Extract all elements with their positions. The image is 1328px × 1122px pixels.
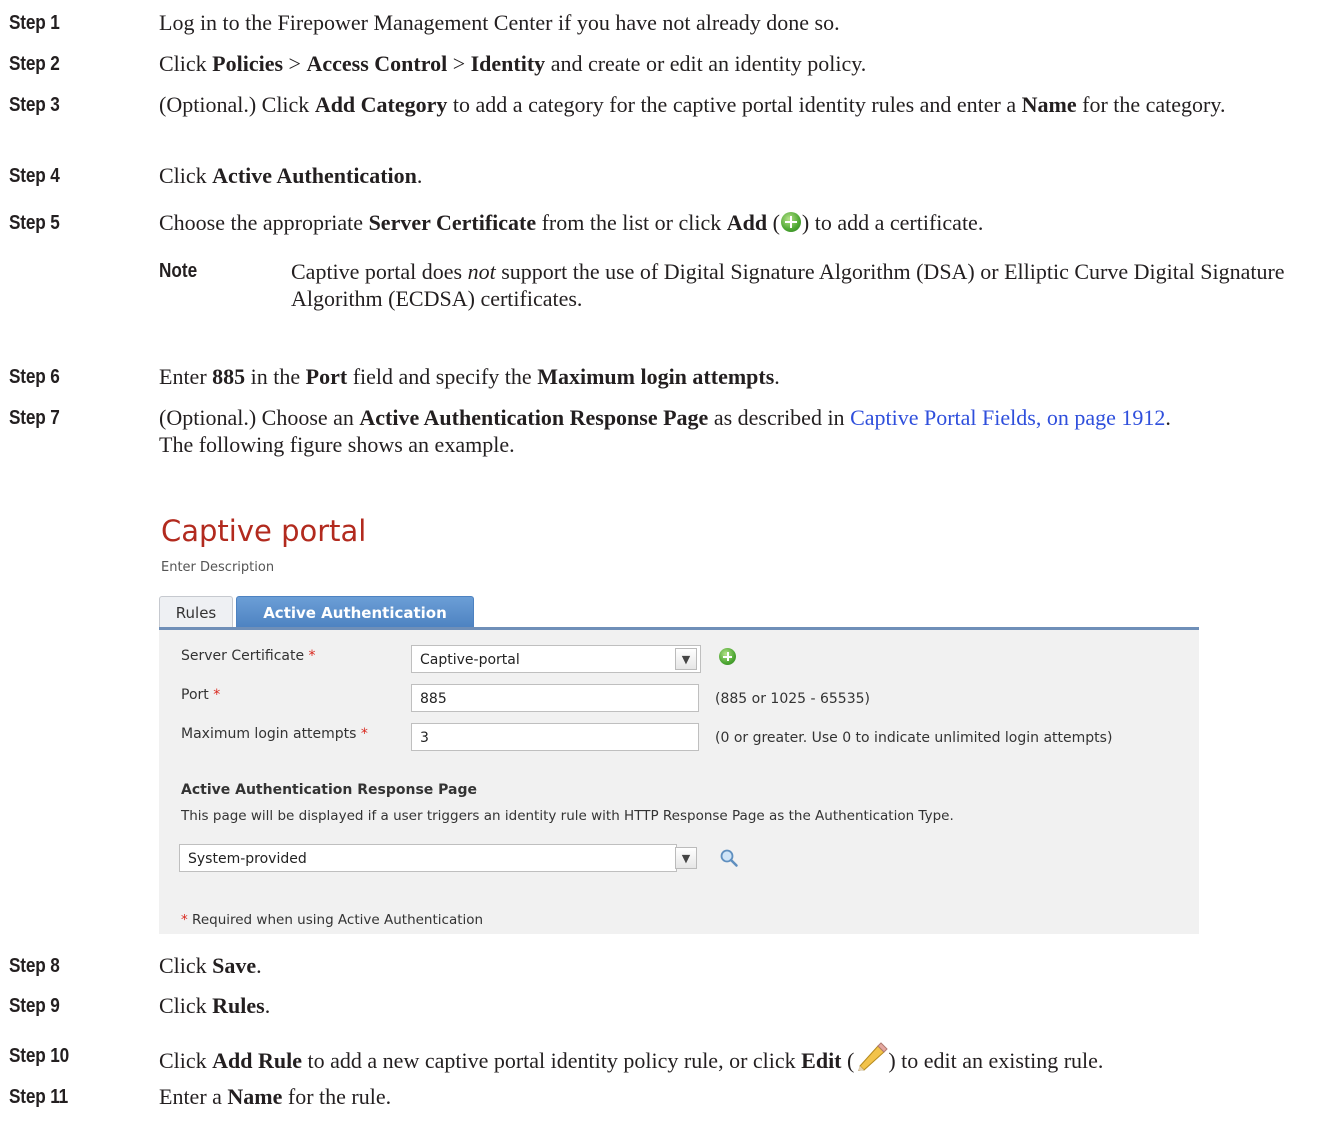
step-11-label: Step 11 xyxy=(9,1086,69,1108)
response-page-select[interactable]: System-provided xyxy=(179,844,677,872)
step-3-text: (Optional.) Click Add Category to add a … xyxy=(159,92,1226,117)
captive-portal-figure: Captive portal Enter Description Rules A… xyxy=(159,512,1199,934)
response-page-title: Active Authentication Response Page xyxy=(181,782,477,798)
max-login-attempts-hint: (0 or greater. Use 0 to indicate unlimit… xyxy=(715,730,1113,746)
step-2-label: Step 2 xyxy=(9,53,60,75)
add-icon xyxy=(780,212,801,232)
step-4-text: Click Active Authentication. xyxy=(159,163,423,188)
step-9-text: Click Rules. xyxy=(159,993,271,1018)
max-login-attempts-input[interactable]: 3 xyxy=(411,723,699,751)
policy-description[interactable]: Enter Description xyxy=(161,560,274,575)
step-5-text: Choose the appropriate Server Certificat… xyxy=(159,210,984,235)
port-label: Port * xyxy=(181,687,221,703)
pencil-icon xyxy=(858,1042,889,1071)
step-5-label: Step 5 xyxy=(9,212,60,234)
step-10-text: Click Add Rule to add a new captive port… xyxy=(159,1042,1311,1074)
chevron-down-icon[interactable]: ▼ xyxy=(675,648,697,670)
step-7-label: Step 7 xyxy=(9,407,60,429)
step-4-label: Step 4 xyxy=(9,165,60,187)
max-login-attempts-label: Maximum login attempts * xyxy=(181,726,368,742)
step-11-text: Enter a Name for the rule. xyxy=(159,1084,392,1109)
tab-rules[interactable]: Rules xyxy=(159,596,233,628)
note-label: Note xyxy=(159,260,198,282)
note-text: Captive portal does not support the use … xyxy=(291,259,1285,311)
required-footnote: * Required when using Active Authenticat… xyxy=(181,912,484,928)
step-7-text: (Optional.) Choose an Active Authenticat… xyxy=(159,405,1171,457)
step-2-text: Click Policies > Access Control > Identi… xyxy=(159,51,867,76)
step-6-text: Enter 885 in the Port field and specify … xyxy=(159,364,780,389)
step-8-label: Step 8 xyxy=(9,955,60,977)
captive-portal-fields-link[interactable]: Captive Portal Fields, on page 1912 xyxy=(850,405,1165,430)
step-9-label: Step 9 xyxy=(9,995,60,1017)
policy-title: Captive portal xyxy=(161,514,367,548)
step-3-label: Step 3 xyxy=(9,94,60,116)
port-input[interactable]: 885 xyxy=(411,684,699,712)
server-certificate-select[interactable]: Captive-portal xyxy=(411,645,701,673)
search-icon[interactable] xyxy=(719,848,739,868)
chevron-down-icon[interactable]: ▼ xyxy=(675,847,697,869)
add-certificate-icon[interactable] xyxy=(719,648,736,665)
tab-active-authentication[interactable]: Active Authentication xyxy=(236,596,474,628)
port-hint: (885 or 1025 - 65535) xyxy=(715,691,870,707)
response-page-description: This page will be displayed if a user tr… xyxy=(181,808,954,824)
step-10-label: Step 10 xyxy=(9,1045,69,1067)
step-1-text: Log in to the Firepower Management Cente… xyxy=(159,10,840,35)
server-certificate-label: Server Certificate * xyxy=(181,648,316,664)
step-6-label: Step 6 xyxy=(9,366,60,388)
step-8-text: Click Save. xyxy=(159,953,262,978)
step-1-label: Step 1 xyxy=(9,12,60,34)
